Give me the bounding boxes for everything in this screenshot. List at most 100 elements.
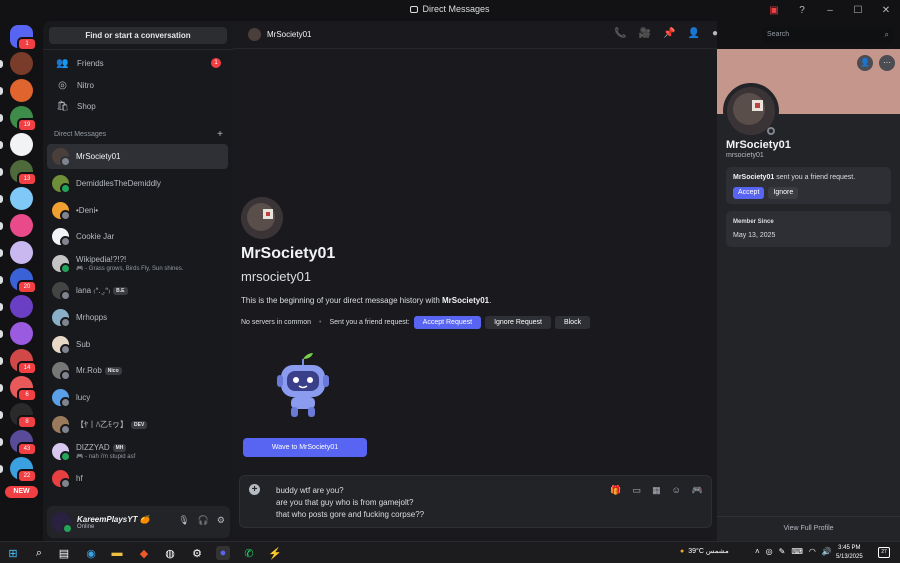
nav-friends[interactable]: 👥 Friends 1 xyxy=(49,53,227,73)
headphones-icon[interactable]: 🎧 xyxy=(198,515,209,526)
server-icon[interactable] xyxy=(10,52,33,75)
ignore-request-button[interactable]: Ignore Request xyxy=(485,316,551,329)
server-icon[interactable]: 8 xyxy=(10,403,37,429)
apps-icon[interactable]: 🎮 xyxy=(692,485,703,496)
unread-pill xyxy=(0,249,3,257)
discord-icon[interactable]: ● xyxy=(216,546,230,560)
server-icon[interactable] xyxy=(10,295,33,318)
help-icon[interactable]: ? xyxy=(788,0,816,21)
profile-icon[interactable]: ● xyxy=(712,28,718,39)
block-button[interactable]: Block xyxy=(554,316,591,329)
server-icon[interactable]: 14 xyxy=(10,349,37,375)
minimize-button[interactable]: – xyxy=(816,0,844,21)
wave-button[interactable]: Wave to MrSociety01 xyxy=(243,438,367,457)
gif-icon[interactable]: ▭ xyxy=(633,485,642,496)
keyboard-icon[interactable]: ⌨ xyxy=(791,547,803,556)
brave-icon[interactable]: ◆ xyxy=(137,546,151,560)
pin-icon[interactable]: 📌 xyxy=(663,28,675,39)
more-options-icon[interactable]: ⋯ xyxy=(879,55,895,71)
no-servers-text[interactable]: No servers in common xyxy=(241,319,311,326)
edge-icon[interactable]: ◉ xyxy=(84,546,98,560)
accept-request-button[interactable]: Accept Request xyxy=(413,316,482,329)
divider xyxy=(43,49,233,50)
app-icon[interactable]: ⚡ xyxy=(268,546,282,560)
intro-avatar xyxy=(241,197,283,239)
nav-shop[interactable]: 🛍 Shop xyxy=(49,96,227,116)
inbox-icon[interactable]: ▣ xyxy=(760,0,788,21)
avatar[interactable] xyxy=(51,512,73,534)
attach-plus-icon[interactable]: + xyxy=(249,484,260,495)
dm-item[interactable]: Wikipedia!?!?! 🎮 - Grass grows, Birds Fly… xyxy=(47,251,228,276)
dm-item[interactable]: 【ﾔ丨ﾊ乙ﾓヮ】 DEV xyxy=(47,412,228,437)
emoji-icon[interactable]: ☺ xyxy=(672,485,681,496)
dm-item[interactable]: DIZZYAD MH 🎮 - nah i'm stupid asf xyxy=(47,439,228,464)
dm-item[interactable]: •Deni• xyxy=(47,198,228,223)
unread-pill xyxy=(0,357,3,365)
add-friend-icon[interactable]: 👤 xyxy=(688,28,700,39)
gear-icon[interactable]: ⚙ xyxy=(217,515,225,526)
dm-item[interactable]: DemiddlesTheDemiddly xyxy=(47,171,228,196)
chevron-up-icon[interactable]: ˄ xyxy=(755,547,760,556)
header-name[interactable]: MrSociety01 xyxy=(267,30,311,39)
server-icon[interactable]: 19 xyxy=(10,106,37,132)
weather-widget[interactable]: ● 39°C مشمس xyxy=(680,547,729,556)
server-icon[interactable]: 43 xyxy=(10,430,37,456)
dm-item[interactable]: lucy xyxy=(47,385,228,410)
home-server-icon[interactable]: 1 xyxy=(10,25,37,51)
new-badge[interactable]: NEW xyxy=(5,486,38,498)
dm-item[interactable]: Mr.Rob Nico xyxy=(47,358,228,383)
server-icon[interactable] xyxy=(10,241,33,264)
server-icon[interactable] xyxy=(10,79,33,102)
dm-item[interactable]: lana ₍ᐢ. ̫.ᐢ₎ B.E xyxy=(47,278,228,303)
accept-button[interactable]: Accept xyxy=(733,187,765,199)
server-icon[interactable] xyxy=(10,133,33,156)
server-icon[interactable] xyxy=(10,187,33,210)
pen-icon[interactable]: ✎ xyxy=(779,547,786,556)
dm-item[interactable]: Mrhopps xyxy=(47,305,228,330)
dm-sidebar: Find or start a conversation 👥 Friends 1… xyxy=(43,21,233,541)
wifi-icon[interactable]: ◠ xyxy=(809,547,816,556)
settings-icon[interactable]: ⚙ xyxy=(190,546,204,560)
task-view-icon[interactable]: ▤ xyxy=(57,546,71,560)
file-explorer-icon[interactable]: ▬ xyxy=(110,546,124,560)
search-icon[interactable]: ⌕ xyxy=(32,546,46,560)
video-call-icon[interactable]: 🎥 xyxy=(639,28,651,39)
app-tray-icon[interactable]: ◎ xyxy=(766,547,773,556)
maximize-button[interactable]: ☐ xyxy=(844,0,872,21)
dm-item[interactable]: Cookie Jar xyxy=(47,224,228,249)
clock[interactable]: 3:45 PM 5/13/2025 xyxy=(836,544,863,562)
message-composer[interactable]: + buddy wtf are you? are you that guy wh… xyxy=(239,475,712,528)
close-button[interactable]: ✕ xyxy=(872,0,900,21)
ignore-button[interactable]: Ignore xyxy=(768,187,799,199)
server-icon[interactable]: 20 xyxy=(10,268,37,294)
whatsapp-icon[interactable]: ✆ xyxy=(242,546,256,560)
status-icon xyxy=(60,370,71,382)
nav-nitro[interactable]: ◎ Nitro xyxy=(49,75,227,95)
add-friend-icon[interactable]: 👤 xyxy=(857,55,873,71)
search-input[interactable]: Search ⌕ xyxy=(762,27,893,43)
user-panel[interactable]: KareemPlaysYT 🍊 Online 🎙 🎧 ⚙ xyxy=(47,506,230,538)
dm-item[interactable]: MrSociety01 xyxy=(47,144,228,169)
sticker-icon[interactable]: ▦ xyxy=(652,485,661,496)
create-dm-plus-icon[interactable]: + xyxy=(217,129,223,140)
server-icon[interactable]: 22 xyxy=(10,457,37,483)
voice-call-icon[interactable]: 📞 xyxy=(614,28,626,39)
view-full-profile-link[interactable]: View Full Profile xyxy=(717,525,900,532)
profile-avatar[interactable] xyxy=(723,83,779,139)
status-icon xyxy=(60,263,71,275)
server-icon[interactable] xyxy=(10,322,33,345)
app-icon[interactable]: ◍ xyxy=(163,546,177,560)
message-input[interactable]: buddy wtf are you? are you that guy who … xyxy=(276,485,424,521)
gift-icon[interactable]: 🎁 xyxy=(610,485,621,496)
offline-status-icon xyxy=(767,127,775,135)
server-icon[interactable]: 13 xyxy=(10,160,37,186)
server-icon[interactable]: 6 xyxy=(10,376,37,402)
notification-icon[interactable]: 27 xyxy=(878,547,890,558)
find-conversation-button[interactable]: Find or start a conversation xyxy=(49,27,227,44)
dm-item[interactable]: Sub xyxy=(47,332,228,357)
server-icon[interactable] xyxy=(10,214,33,237)
microphone-icon[interactable]: 🎙 xyxy=(178,515,189,526)
dm-item[interactable]: hf xyxy=(47,466,228,491)
volume-icon[interactable]: 🔊 xyxy=(822,547,832,556)
start-icon[interactable]: ⊞ xyxy=(6,546,20,560)
